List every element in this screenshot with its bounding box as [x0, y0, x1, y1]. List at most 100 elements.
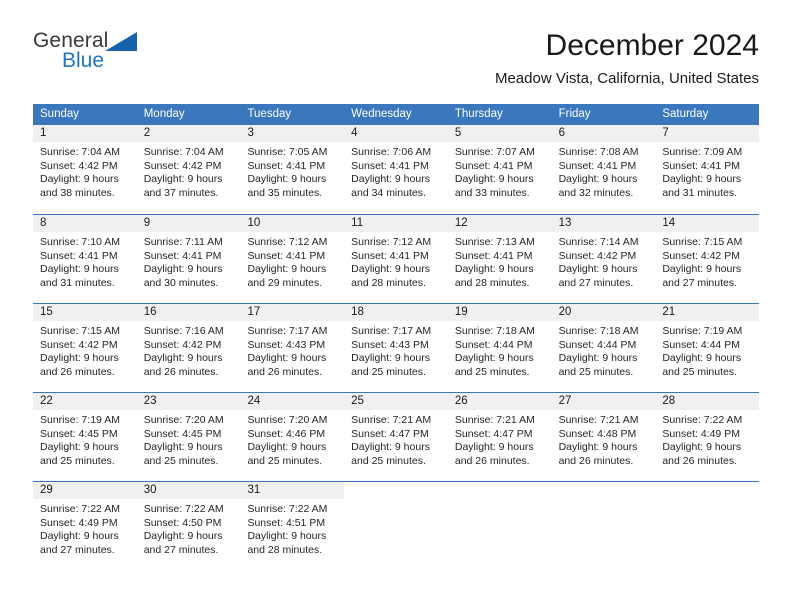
sunset-text: Sunset: 4:51 PM: [247, 516, 326, 529]
sunset-text: Sunset: 4:42 PM: [143, 159, 222, 172]
day-cell[interactable]: 9 Sunrise: 7:11 AM Sunset: 4:41 PM Dayli…: [136, 215, 241, 303]
day-cell[interactable]: 6 Sunrise: 7:08 AM Sunset: 4:41 PM Dayli…: [551, 125, 656, 214]
day-details: Sunrise: 7:09 AM Sunset: 4:41 PM Dayligh…: [655, 142, 759, 200]
day-cell[interactable]: 20 Sunrise: 7:18 AM Sunset: 4:44 PM Dayl…: [551, 304, 656, 392]
day-details: Sunrise: 7:22 AM Sunset: 4:51 PM Dayligh…: [240, 499, 344, 557]
daylight-text-line2: and 31 minutes.: [40, 276, 115, 289]
daylight-text-line1: Daylight: 9 hours: [351, 263, 430, 276]
day-number: 8: [33, 215, 137, 232]
day-cell[interactable]: 14 Sunrise: 7:15 AM Sunset: 4:42 PM Dayl…: [655, 215, 760, 303]
page-subtitle: Meadow Vista, California, United States: [494, 70, 759, 87]
day-cell[interactable]: 26 Sunrise: 7:21 AM Sunset: 4:47 PM Dayl…: [447, 393, 552, 481]
daylight-text-line2: and 28 minutes.: [247, 543, 323, 556]
daylight-text-line2: and 25 minutes.: [454, 365, 530, 378]
sunrise-text: Sunrise: 7:22 AM: [247, 503, 328, 515]
day-details: Sunrise: 7:22 AM Sunset: 4:49 PM Dayligh…: [33, 499, 137, 557]
day-details: Sunrise: 7:17 AM Sunset: 4:43 PM Dayligh…: [344, 321, 448, 379]
daylight-text-line2: and 27 minutes.: [558, 276, 634, 289]
day-details: Sunrise: 7:22 AM Sunset: 4:50 PM Dayligh…: [137, 499, 241, 557]
daylight-text-line1: Daylight: 9 hours: [247, 352, 327, 365]
day-cell[interactable]: 22 Sunrise: 7:19 AM Sunset: 4:45 PM Dayl…: [33, 393, 137, 481]
day-cell[interactable]: 21 Sunrise: 7:19 AM Sunset: 4:44 PM Dayl…: [655, 304, 760, 392]
sunset-text: Sunset: 4:43 PM: [351, 338, 429, 351]
weekday-header-thursday: Thursday: [454, 108, 503, 120]
daylight-text-line2: and 25 minutes.: [40, 454, 115, 467]
day-cell[interactable]: 1 Sunrise: 7:04 AM Sunset: 4:42 PM Dayli…: [33, 125, 137, 214]
sunrise-text: Sunrise: 7:17 AM: [351, 325, 432, 337]
sunset-text: Sunset: 4:43 PM: [247, 338, 326, 351]
day-cell[interactable]: 8 Sunrise: 7:10 AM Sunset: 4:41 PM Dayli…: [33, 215, 137, 303]
day-cell[interactable]: 12 Sunrise: 7:13 AM Sunset: 4:41 PM Dayl…: [447, 215, 552, 303]
sunset-text: Sunset: 4:44 PM: [662, 338, 740, 351]
day-number: 13: [551, 215, 656, 232]
day-cell[interactable]: 29 Sunrise: 7:22 AM Sunset: 4:49 PM Dayl…: [33, 482, 137, 570]
sunset-text: Sunset: 4:41 PM: [454, 159, 533, 172]
day-details: Sunrise: 7:05 AM Sunset: 4:41 PM Dayligh…: [240, 142, 344, 200]
day-number: [448, 482, 552, 499]
sunset-text: Sunset: 4:46 PM: [247, 427, 326, 440]
day-details: Sunrise: 7:22 AM Sunset: 4:49 PM Dayligh…: [655, 410, 759, 468]
day-number: 20: [551, 304, 656, 321]
day-details: Sunrise: 7:06 AM Sunset: 4:41 PM Dayligh…: [344, 142, 448, 200]
sunrise-text: Sunrise: 7:20 AM: [143, 414, 224, 426]
day-cell[interactable]: 11 Sunrise: 7:12 AM Sunset: 4:41 PM Dayl…: [344, 215, 448, 303]
daylight-text-line2: and 25 minutes.: [558, 365, 634, 378]
daylight-text-line1: Daylight: 9 hours: [558, 441, 638, 454]
logo-text-blue: Blue: [62, 49, 105, 72]
day-cell[interactable]: 19 Sunrise: 7:18 AM Sunset: 4:44 PM Dayl…: [447, 304, 552, 392]
day-cell[interactable]: 13 Sunrise: 7:14 AM Sunset: 4:42 PM Dayl…: [551, 215, 656, 303]
sunrise-text: Sunrise: 7:18 AM: [454, 325, 535, 337]
daylight-text-line2: and 26 minutes.: [247, 365, 323, 378]
day-number: 11: [344, 215, 448, 232]
day-details: Sunrise: 7:07 AM Sunset: 4:41 PM Dayligh…: [448, 142, 552, 200]
sunrise-text: Sunrise: 7:22 AM: [40, 503, 120, 515]
day-cell[interactable]: 17 Sunrise: 7:17 AM Sunset: 4:43 PM Dayl…: [240, 304, 345, 392]
day-cell[interactable]: 15 Sunrise: 7:15 AM Sunset: 4:42 PM Dayl…: [33, 304, 137, 392]
daylight-text-line2: and 25 minutes.: [143, 454, 219, 467]
sunrise-text: Sunrise: 7:19 AM: [40, 414, 120, 426]
day-cell[interactable]: 10 Sunrise: 7:12 AM Sunset: 4:41 PM Dayl…: [240, 215, 345, 303]
day-cell[interactable]: 5 Sunrise: 7:07 AM Sunset: 4:41 PM Dayli…: [447, 125, 552, 214]
title-block: December 2024 Meadow Vista, California, …: [495, 28, 759, 89]
day-cell[interactable]: 27 Sunrise: 7:21 AM Sunset: 4:48 PM Dayl…: [551, 393, 656, 481]
logo[interactable]: General Blue: [33, 30, 233, 82]
day-details: Sunrise: 7:21 AM Sunset: 4:48 PM Dayligh…: [552, 410, 656, 468]
daylight-text-line1: Daylight: 9 hours: [40, 263, 119, 276]
day-cell[interactable]: 31 Sunrise: 7:22 AM Sunset: 4:51 PM Dayl…: [240, 482, 345, 570]
day-number: 5: [447, 125, 552, 142]
day-cell[interactable]: 7 Sunrise: 7:09 AM Sunset: 4:41 PM Dayli…: [655, 125, 760, 214]
sunrise-text: Sunrise: 7:22 AM: [662, 414, 743, 426]
day-cell-empty: [344, 482, 448, 570]
daylight-text-line2: and 35 minutes.: [247, 186, 323, 199]
sunrise-text: Sunrise: 7:22 AM: [143, 503, 224, 515]
day-number: 17: [240, 304, 345, 321]
day-cell-empty: [552, 482, 656, 570]
day-cell[interactable]: 23 Sunrise: 7:20 AM Sunset: 4:45 PM Dayl…: [136, 393, 241, 481]
daylight-text-line2: and 27 minutes.: [662, 276, 738, 289]
sunset-text: Sunset: 4:42 PM: [143, 338, 222, 351]
day-cell[interactable]: 16 Sunrise: 7:16 AM Sunset: 4:42 PM Dayl…: [136, 304, 241, 392]
day-cell[interactable]: 28 Sunrise: 7:22 AM Sunset: 4:49 PM Dayl…: [655, 393, 760, 481]
day-cell[interactable]: 4 Sunrise: 7:06 AM Sunset: 4:41 PM Dayli…: [344, 125, 448, 214]
sunset-text: Sunset: 4:41 PM: [558, 159, 637, 172]
daylight-text-line1: Daylight: 9 hours: [247, 530, 327, 543]
day-cell[interactable]: 3 Sunrise: 7:05 AM Sunset: 4:41 PM Dayli…: [240, 125, 345, 214]
sunset-text: Sunset: 4:49 PM: [662, 427, 740, 440]
sunset-text: Sunset: 4:48 PM: [558, 427, 637, 440]
day-details: Sunrise: 7:18 AM Sunset: 4:44 PM Dayligh…: [448, 321, 552, 379]
day-cell[interactable]: 25 Sunrise: 7:21 AM Sunset: 4:47 PM Dayl…: [344, 393, 448, 481]
daylight-text-line2: and 26 minutes.: [558, 454, 634, 467]
day-cell[interactable]: 2 Sunrise: 7:04 AM Sunset: 4:42 PM Dayli…: [136, 125, 241, 214]
sunrise-text: Sunrise: 7:11 AM: [143, 236, 223, 248]
day-details: Sunrise: 7:08 AM Sunset: 4:41 PM Dayligh…: [552, 142, 656, 200]
day-cell[interactable]: 24 Sunrise: 7:20 AM Sunset: 4:46 PM Dayl…: [240, 393, 345, 481]
daylight-text-line1: Daylight: 9 hours: [351, 173, 430, 186]
sunrise-text: Sunrise: 7:17 AM: [247, 325, 328, 337]
daylight-text-line2: and 26 minutes.: [143, 365, 219, 378]
sunset-text: Sunset: 4:44 PM: [558, 338, 637, 351]
day-cell[interactable]: 18 Sunrise: 7:17 AM Sunset: 4:43 PM Dayl…: [344, 304, 448, 392]
daylight-text-line1: Daylight: 9 hours: [247, 263, 327, 276]
daylight-text-line1: Daylight: 9 hours: [454, 352, 534, 365]
day-cell[interactable]: 30 Sunrise: 7:22 AM Sunset: 4:50 PM Dayl…: [136, 482, 241, 570]
sunrise-text: Sunrise: 7:12 AM: [351, 236, 432, 248]
